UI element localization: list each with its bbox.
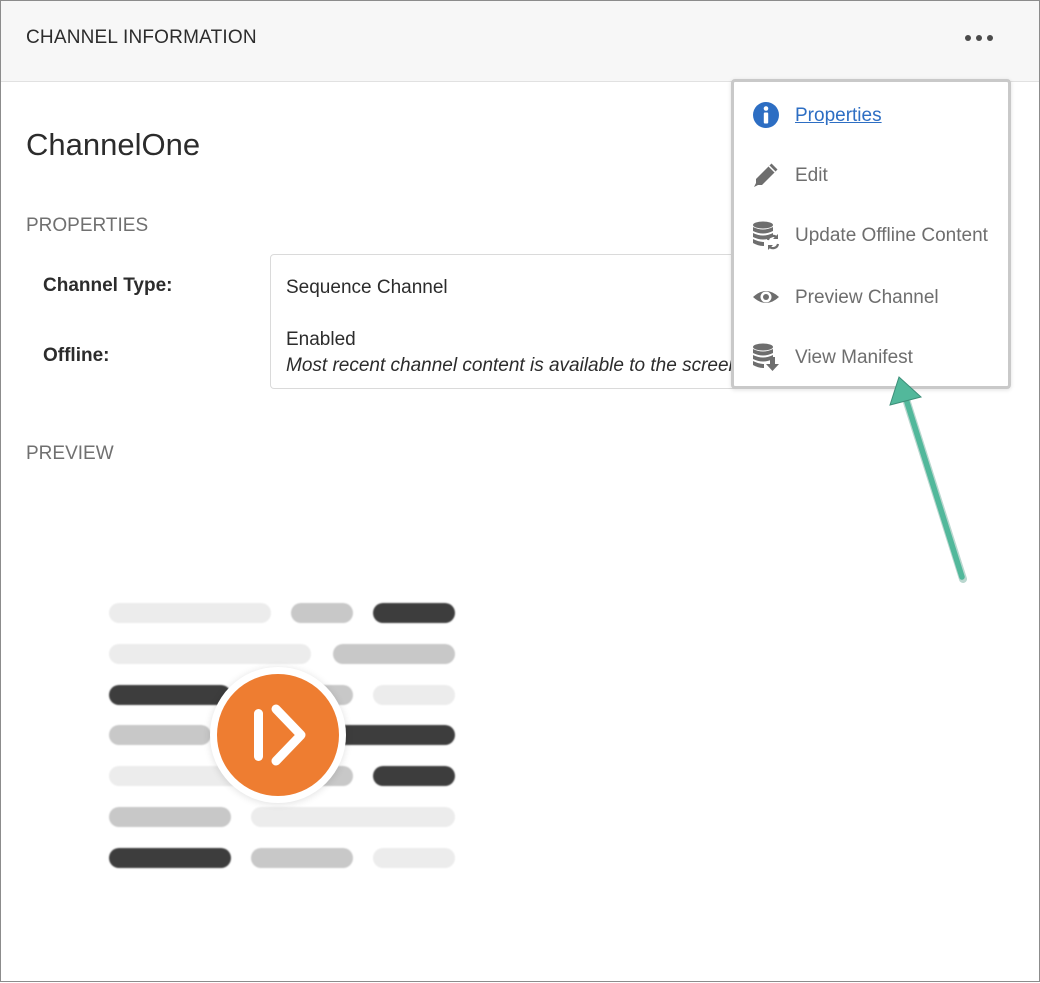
menu-item-label: Preview Channel bbox=[795, 287, 939, 308]
menu-item-label: Update Offline Content bbox=[795, 225, 988, 246]
eye-icon bbox=[751, 282, 781, 312]
panel-header: CHANNEL INFORMATION bbox=[1, 1, 1039, 82]
properties-section-label: PROPERTIES bbox=[26, 215, 149, 236]
menu-item-label: View Manifest bbox=[795, 347, 913, 368]
channel-preview-thumbnail[interactable] bbox=[101, 591, 471, 881]
preview-illustration bbox=[109, 603, 455, 868]
menu-item-preview-channel[interactable]: Preview Channel bbox=[734, 267, 1008, 325]
info-icon bbox=[751, 100, 781, 130]
menu-item-properties[interactable]: Properties bbox=[734, 85, 1008, 143]
panel-title: CHANNEL INFORMATION bbox=[26, 27, 257, 48]
channel-type-value: Sequence Channel bbox=[286, 277, 448, 298]
offline-value: Enabled bbox=[286, 329, 356, 350]
more-icon bbox=[965, 35, 971, 41]
menu-item-label: Properties bbox=[795, 105, 882, 126]
channel-name: ChannelOne bbox=[26, 127, 201, 162]
menu-item-view-manifest[interactable]: View Manifest bbox=[734, 327, 1008, 385]
offline-label: Offline: bbox=[43, 345, 110, 366]
offline-description: Most recent channel content is available… bbox=[286, 355, 754, 376]
menu-item-edit[interactable]: Edit bbox=[734, 145, 1008, 203]
pencil-icon bbox=[751, 160, 781, 190]
channel-type-label: Channel Type: bbox=[43, 275, 173, 296]
channel-information-panel: CHANNEL INFORMATION ChannelOne PROPERTIE… bbox=[0, 0, 1040, 982]
menu-item-label: Edit bbox=[795, 165, 828, 186]
preview-section-label: PREVIEW bbox=[26, 443, 114, 464]
menu-item-update-offline-content[interactable]: Update Offline Content bbox=[734, 205, 1008, 263]
database-sync-icon bbox=[751, 220, 781, 250]
actions-menu: Properties Edit Update Offline Content P… bbox=[731, 79, 1011, 389]
more-actions-button[interactable] bbox=[957, 23, 1001, 53]
database-download-icon bbox=[751, 342, 781, 372]
